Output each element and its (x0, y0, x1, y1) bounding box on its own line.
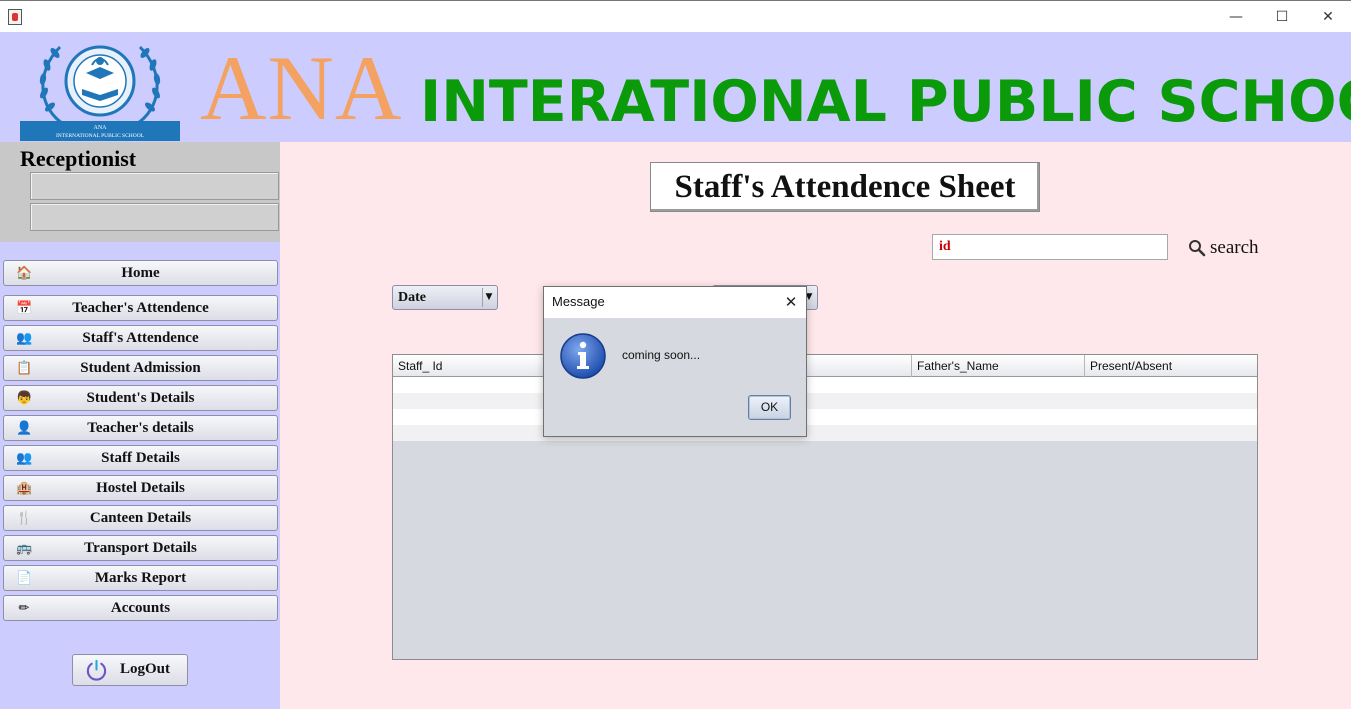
date-combobox-value: Date (398, 290, 426, 305)
table-row[interactable] (393, 377, 1257, 393)
main-panel: Staff's Attendence Sheet search Date ▼ ▼… (280, 142, 1351, 709)
logout-label: LogOut (120, 661, 171, 677)
nav-label: Teacher's details (87, 419, 194, 436)
table-row[interactable] (393, 409, 1257, 425)
window-titlebar: — ☐ ✕ (0, 0, 1351, 32)
dialog-message: coming soon... (622, 348, 701, 362)
table-row[interactable] (393, 393, 1257, 409)
dialog-titlebar: Message ✕ (544, 287, 806, 318)
nav-teachers-details-button[interactable]: 👤 Teacher's details (3, 415, 278, 441)
page-title: Staff's Attendence Sheet (650, 162, 1040, 212)
nav-staff-details-button[interactable]: 👥 Staff Details (3, 445, 278, 471)
search-input[interactable] (932, 234, 1168, 260)
nav-teachers-attendence-button[interactable]: 📅 Teacher's Attendence (3, 295, 278, 321)
school-logo: ANA INTERNATIONAL PUBLIC SCHOOL (20, 45, 180, 141)
nav-label: Staff Details (101, 449, 180, 466)
nav-label: Student's Details (86, 389, 195, 406)
minimize-button[interactable]: — (1213, 1, 1259, 33)
search-button[interactable]: search (1188, 236, 1259, 260)
ok-button[interactable]: OK (748, 395, 791, 420)
nav-label: Transport Details (84, 539, 197, 556)
nav-students-details-button[interactable]: 👦 Student's Details (3, 385, 278, 411)
nav-accounts-button[interactable]: ✏ Accounts (3, 595, 278, 621)
svg-text:ANA: ANA (94, 125, 108, 131)
dialog-body: coming soon... OK (544, 318, 806, 436)
logout-button[interactable]: LogOut (72, 654, 188, 686)
nav-label: Marks Report (94, 569, 187, 586)
dialog-title: Message (552, 294, 605, 309)
nav-label: Hostel Details (96, 479, 185, 496)
nav-label: Teacher's Attendence (72, 299, 209, 316)
message-dialog: Message ✕ coming soon... OK (543, 286, 807, 437)
nav-canteen-details-button[interactable]: 🍴 Canteen Details (3, 505, 278, 531)
search-icon (1189, 240, 1206, 257)
nav-label: Staff's Attendence (82, 329, 199, 346)
nav-marks-report-button[interactable]: 📄 Marks Report (3, 565, 278, 591)
column-header[interactable]: Present/Absent (1085, 355, 1257, 377)
table-header: Staff_ Id Name Father's_Name Present/Abs… (393, 355, 1257, 377)
maximize-button[interactable]: ☐ (1259, 1, 1305, 33)
info-icon (560, 333, 606, 379)
table-row[interactable] (393, 425, 1257, 441)
nav-home-button[interactable]: 🏠 Home (3, 260, 278, 286)
nav-hostel-details-button[interactable]: 🏨 Hostel Details (3, 475, 278, 501)
attendance-table[interactable]: Staff_ Id Name Father's_Name Present/Abs… (392, 354, 1258, 660)
date-combobox[interactable]: Date ▼ (392, 285, 498, 310)
dialog-close-button[interactable]: ✕ (780, 291, 802, 313)
svg-text:INTERNATIONAL PUBLIC SCHOOL: INTERNATIONAL PUBLIC SCHOOL (56, 133, 145, 139)
nav-label: Student Admission (80, 359, 201, 376)
role-info-field-2 (30, 203, 279, 231)
nav-label: Accounts (110, 599, 171, 616)
school-banner: ANA INTERNATIONAL PUBLIC SCHOOL ANA INTE… (0, 32, 1351, 142)
chevron-down-icon[interactable]: ▼ (482, 288, 495, 307)
power-icon (86, 659, 107, 681)
banner-title-prefix: ANA (200, 37, 403, 139)
nav-transport-details-button[interactable]: 🚌 Transport Details (3, 535, 278, 561)
role-title: Receptionist (20, 146, 137, 171)
banner-title-main: INTERATIONAL PUBLIC SCHOOL (420, 69, 1351, 135)
nav-staffs-attendence-button[interactable]: 👥 Staff's Attendence (3, 325, 278, 351)
sidebar: Receptionist 🏠 Home 📅 Teacher's Attenden… (0, 142, 280, 709)
java-app-icon (8, 9, 22, 25)
column-header[interactable]: Father's_Name (912, 355, 1085, 377)
nav-label: Home (121, 264, 160, 281)
role-info-field-1 (30, 172, 279, 200)
close-window-button[interactable]: ✕ (1305, 1, 1351, 33)
nav-label: Canteen Details (89, 509, 192, 526)
role-panel: Receptionist (0, 142, 280, 242)
search-label: search (1210, 237, 1259, 258)
column-header[interactable]: Staff_ Id (393, 355, 566, 377)
nav-student-admission-button[interactable]: 📋 Student Admission (3, 355, 278, 381)
